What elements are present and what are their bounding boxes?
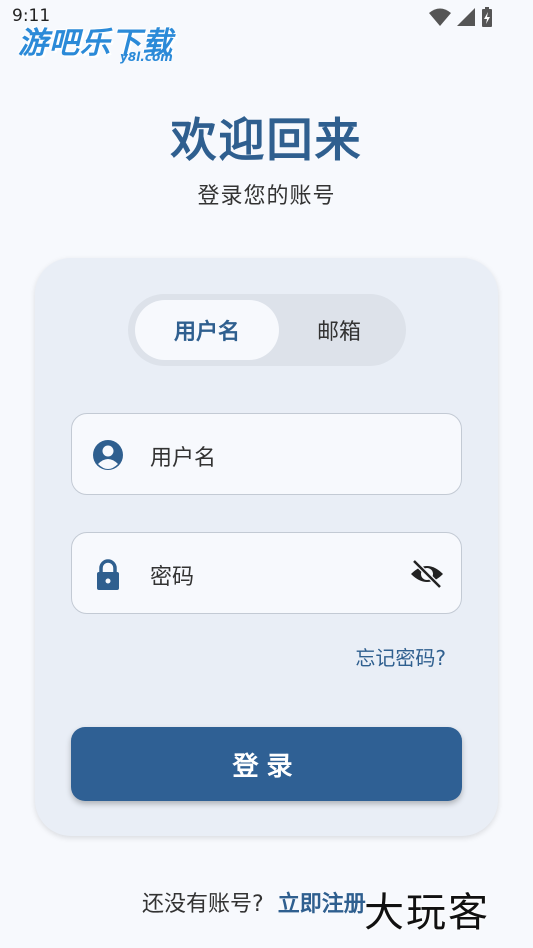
login-card: 用户名 邮箱 用户名 密码 忘记密码? 登录 bbox=[35, 258, 498, 836]
tab-username[interactable]: 用户名 bbox=[135, 300, 279, 360]
password-input[interactable]: 密码 bbox=[150, 559, 194, 591]
page-subtitle: 登录您的账号 bbox=[197, 184, 336, 209]
tab-email[interactable]: 邮箱 bbox=[279, 300, 399, 360]
login-mode-switch: 用户名 邮箱 bbox=[128, 294, 406, 366]
page-title: 欢迎回来 bbox=[170, 113, 363, 167]
lock-icon bbox=[97, 559, 119, 590]
login-button[interactable]: 登录 bbox=[71, 727, 462, 801]
signal-icon bbox=[457, 8, 475, 26]
username-input[interactable]: 用户名 bbox=[150, 440, 216, 472]
status-icons bbox=[429, 7, 493, 27]
register-prompt: 还没有账号? 立即注册 bbox=[142, 886, 366, 918]
wifi-icon bbox=[429, 8, 451, 26]
username-field[interactable]: 用户名 bbox=[71, 413, 462, 495]
watermark-bottom: 大玩客 bbox=[364, 890, 490, 936]
register-link[interactable]: 立即注册 bbox=[278, 886, 366, 918]
password-field[interactable]: 密码 bbox=[71, 532, 462, 614]
account-circle-icon bbox=[93, 440, 123, 470]
register-question: 还没有账号? bbox=[142, 892, 264, 917]
watermark-logo-domain: y8l.com bbox=[120, 50, 173, 64]
forgot-password-link[interactable]: 忘记密码? bbox=[355, 642, 446, 671]
battery-icon bbox=[482, 7, 492, 27]
visibility-off-icon[interactable] bbox=[409, 558, 445, 590]
watermark-logo: 游吧乐下载 y8l.com bbox=[18, 18, 188, 68]
